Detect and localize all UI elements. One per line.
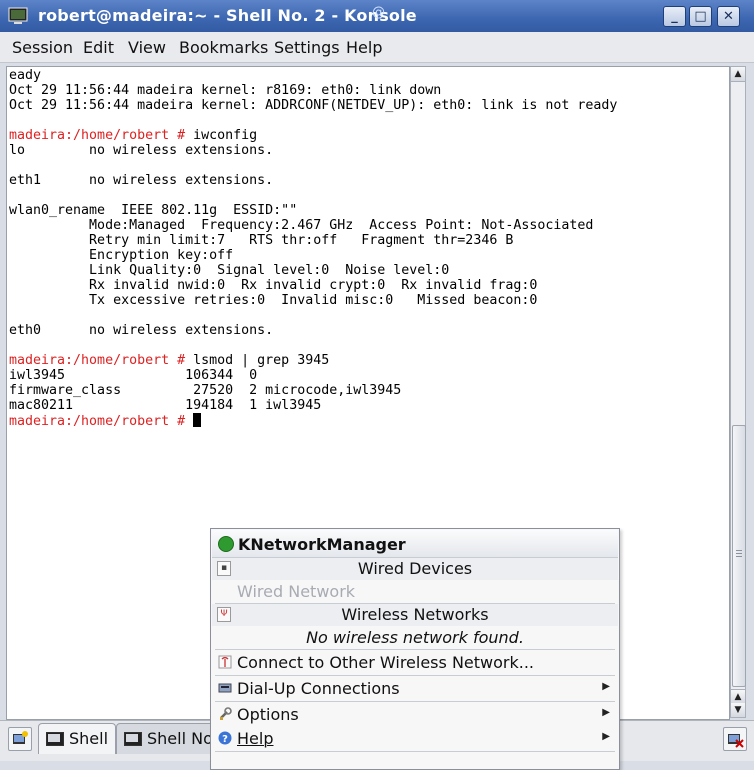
wired-network-item[interactable]: Wired Network <box>212 580 618 604</box>
menu-help[interactable]: Help <box>346 38 382 57</box>
output-text: Retry min limit:7 RTS thr:off Fragment t… <box>9 233 514 248</box>
knetworkmanager-title: KNetworkManager <box>238 535 406 554</box>
output-text: Oct 29 11:56:44 madeira kernel: ADDRCONF… <box>9 98 618 113</box>
shell-prompt: madeira:/home/robert # <box>9 353 194 368</box>
terminal-line: mac80211 194184 1 iwl3945 <box>9 398 321 413</box>
menu-view[interactable]: View <box>128 38 166 57</box>
close-session-icon <box>728 734 744 748</box>
terminal-icon <box>46 732 64 746</box>
terminal-line: lo no wireless extensions. <box>9 143 273 158</box>
scroll-down-icon[interactable]: ▼ <box>731 703 745 717</box>
options-item[interactable]: Options ▶ <box>212 703 618 727</box>
output-text: Mode:Managed Frequency:2.467 GHz Access … <box>9 218 594 233</box>
output-text: lo no wireless extensions. <box>9 143 274 158</box>
menu-edit[interactable]: Edit <box>83 38 114 57</box>
connect-other-wireless-item[interactable]: Connect to Other Wireless Network... <box>212 651 618 675</box>
output-text: Tx excessive retries:0 Invalid misc:0 Mi… <box>9 293 538 308</box>
svg-text:?: ? <box>222 734 228 745</box>
terminal-scrollbar[interactable]: ▲ ▲ ▼ <box>730 66 746 718</box>
new-session-button[interactable] <box>8 727 32 751</box>
output-text: eth1 no wireless extensions. <box>9 173 274 188</box>
knetworkmanager-menu: KNetworkManager ▪ Wired Devices Wired Ne… <box>210 528 620 770</box>
shell-command: lsmod | grep 3945 <box>193 353 330 368</box>
wrench-icon <box>220 707 232 720</box>
tab-shell-label: Shell <box>69 729 109 748</box>
terminal-icon <box>124 732 142 746</box>
terminal-line: firmware_class 27520 2 microcode,iwl3945 <box>9 383 401 398</box>
terminal-line: Encryption key:off <box>9 248 233 263</box>
help-item[interactable]: ? Help ▶ <box>212 727 618 751</box>
shell-prompt: madeira:/home/robert # <box>9 414 194 429</box>
output-text: firmware_class 27520 2 microcode,iwl3945 <box>9 383 402 398</box>
scrollbar-thumb[interactable] <box>732 425 746 687</box>
close-button[interactable]: ✕ <box>717 6 740 27</box>
terminal-line: Oct 29 11:56:44 madeira kernel: r8169: e… <box>9 83 441 98</box>
scroll-up-icon[interactable]: ▲ <box>731 67 745 82</box>
output-text: iwl3945 106344 0 <box>9 368 258 383</box>
terminal-line: Oct 29 11:56:44 madeira kernel: ADDRCONF… <box>9 98 617 113</box>
terminal-line: eady <box>9 68 41 83</box>
terminal-line: Retry min limit:7 RTS thr:off Fragment t… <box>9 233 513 248</box>
minimize-button[interactable]: _ <box>663 6 686 27</box>
shell-prompt: madeira:/home/robert # <box>9 128 194 143</box>
terminal-line: eth1 no wireless extensions. <box>9 173 273 188</box>
menubar: Session Edit View Bookmarks Settings Hel… <box>0 32 754 63</box>
terminal-line: madeira:/home/robert # lsmod | grep 3945 <box>9 353 329 368</box>
terminal-line: eth0 no wireless extensions. <box>9 323 273 338</box>
window-title: robert@madeira:~ - Shell No. 2 - Konsole <box>38 6 417 25</box>
knetworkmanager-icon <box>218 536 234 552</box>
tab-shell[interactable]: Shell <box>38 723 116 754</box>
menu-bookmarks[interactable]: Bookmarks <box>179 38 268 57</box>
output-text: eth0 no wireless extensions. <box>9 323 274 338</box>
output-text: Link Quality:0 Signal level:0 Noise leve… <box>9 263 450 278</box>
maximize-button[interactable]: □ <box>689 6 712 27</box>
terminal-line: wlan0_rename IEEE 802.11g ESSID:"" <box>9 203 297 218</box>
wireless-antenna-icon <box>218 655 232 669</box>
wireless-networks-header: Ψ Wireless Networks <box>212 604 618 626</box>
output-text: eady <box>9 68 42 83</box>
submenu-arrow-icon: ▶ <box>602 681 610 692</box>
terminal-line: Tx excessive retries:0 Invalid misc:0 Mi… <box>9 293 537 308</box>
wired-devices-header: ▪ Wired Devices <box>212 558 618 580</box>
text-cursor <box>193 413 202 427</box>
tab-shell-no-2[interactable]: Shell No. <box>116 723 218 754</box>
window-titlebar[interactable]: robert@madeira:~ - Shell No. 2 - Konsole… <box>0 0 754 32</box>
menu-session[interactable]: Session <box>12 38 73 57</box>
konsole-app-icon <box>8 7 28 24</box>
submenu-arrow-icon: ▶ <box>602 707 610 718</box>
terminal-line: Mode:Managed Frequency:2.467 GHz Access … <box>9 218 593 233</box>
output-text: wlan0_rename IEEE 802.11g ESSID:"" <box>9 203 298 218</box>
keep-above-icon[interactable]: @ <box>372 5 385 20</box>
shell-command: iwconfig <box>193 128 258 143</box>
terminal-line: iwl3945 106344 0 <box>9 368 257 383</box>
terminal-line: Link Quality:0 Signal level:0 Noise leve… <box>9 263 449 278</box>
terminal-line: madeira:/home/robert # iwconfig <box>9 128 257 143</box>
close-session-button[interactable] <box>723 727 747 751</box>
menu-settings[interactable]: Settings <box>274 38 340 57</box>
no-wireless-message: No wireless network found. <box>306 628 524 647</box>
terminal-line: madeira:/home/robert # <box>9 413 202 429</box>
output-text: Rx invalid nwid:0 Rx invalid crypt:0 Rx … <box>9 278 538 293</box>
help-icon: ? <box>218 731 232 745</box>
knetworkmanager-header: KNetworkManager <box>212 530 618 558</box>
submenu-arrow-icon: ▶ <box>602 731 610 742</box>
output-text: mac80211 194184 1 iwl3945 <box>9 398 322 413</box>
terminal-line: Rx invalid nwid:0 Rx invalid crypt:0 Rx … <box>9 278 537 293</box>
modem-icon <box>218 683 232 693</box>
new-session-icon <box>13 731 28 744</box>
dialup-connections-item[interactable]: Dial-Up Connections ▶ <box>212 677 618 701</box>
output-text: Encryption key:off <box>9 248 234 263</box>
output-text: Oct 29 11:56:44 madeira kernel: r8169: e… <box>9 83 442 98</box>
tab-shell-no-2-label: Shell No. <box>147 729 218 748</box>
